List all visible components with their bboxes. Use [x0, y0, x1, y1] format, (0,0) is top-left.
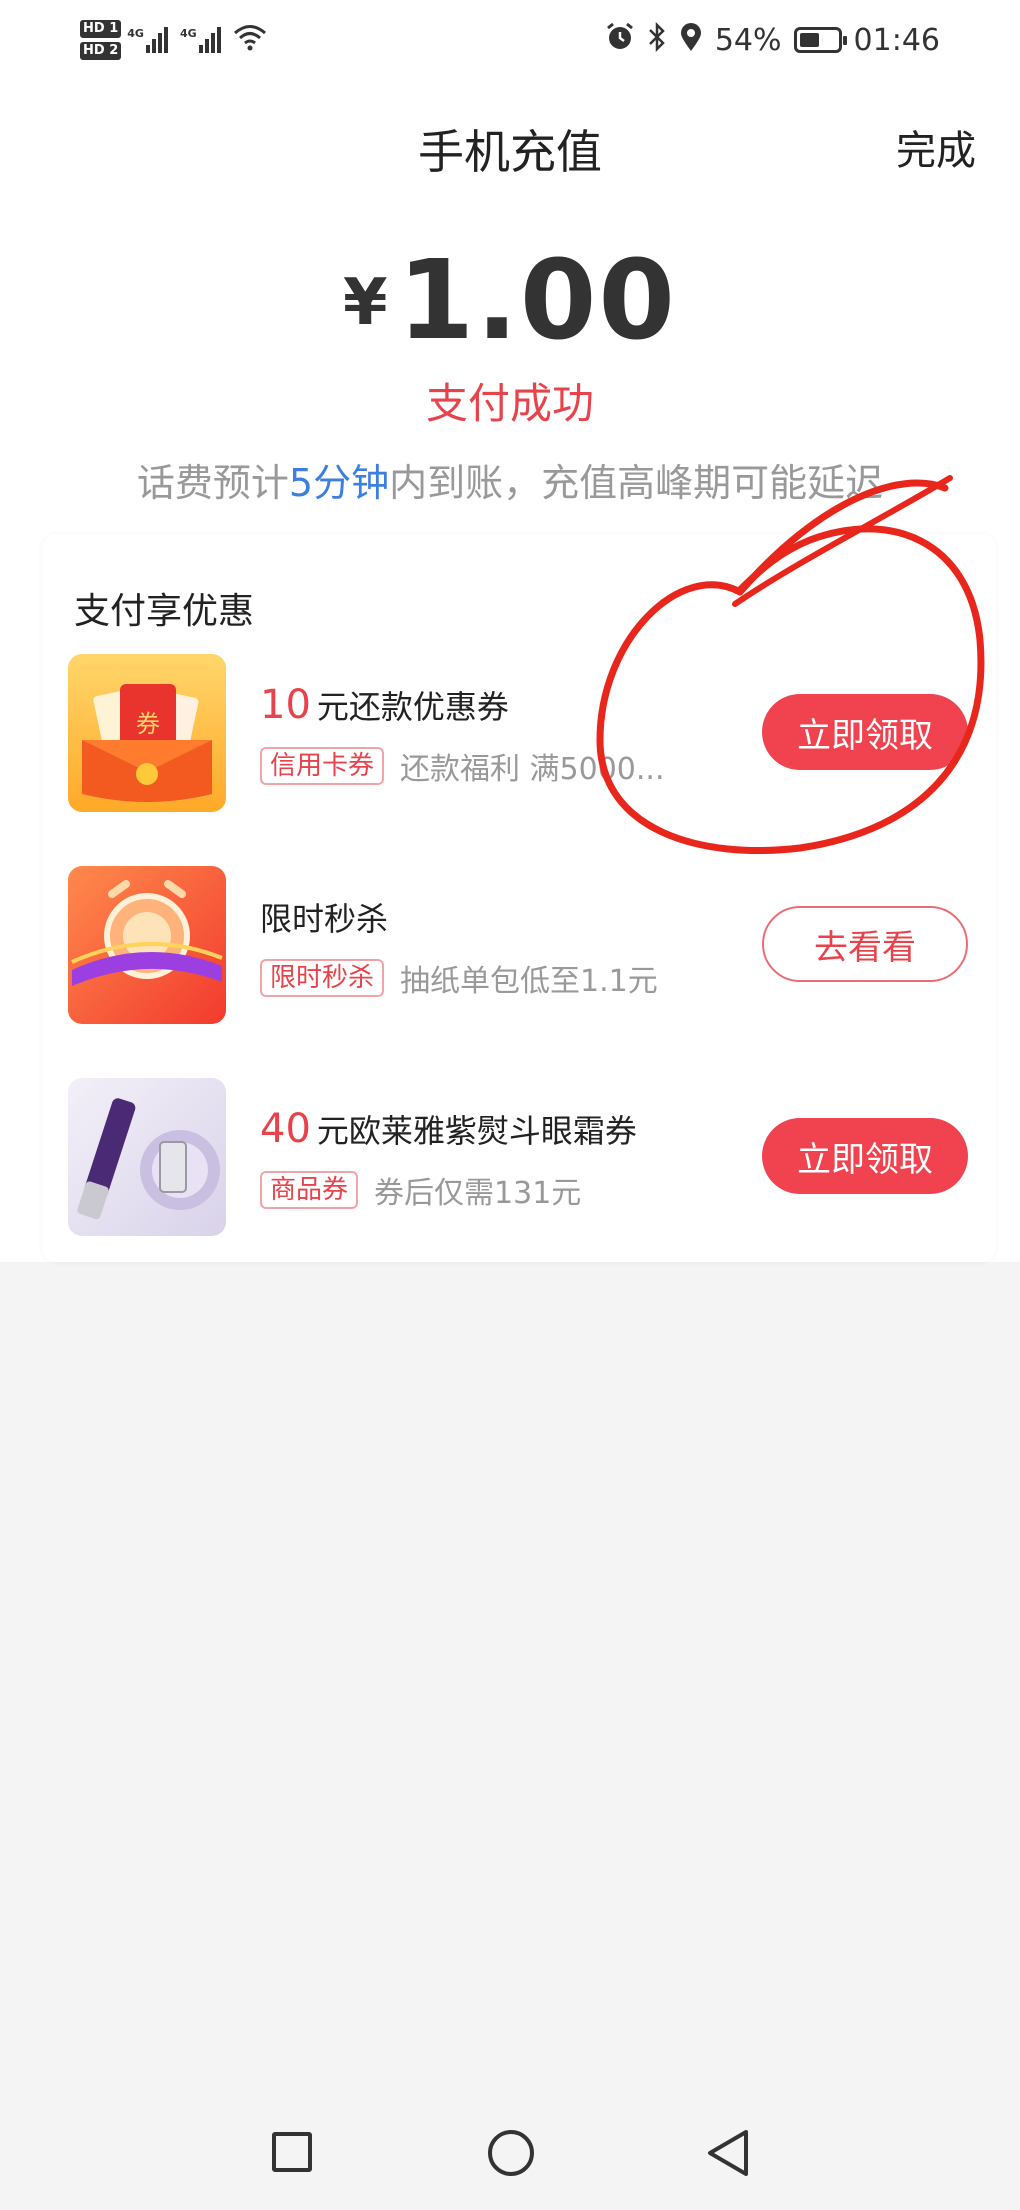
claim-button[interactable]: 立即领取 — [762, 1118, 968, 1194]
signal-icon: 4G — [127, 27, 170, 53]
offer-tag: 商品券 — [260, 1171, 359, 1209]
offer-subline: 信用卡券 还款福利 满5000... — [260, 744, 665, 788]
red-envelope-coupon-icon: 券 — [68, 654, 226, 812]
note-suffix: 内到账，充值高峰期可能延迟 — [389, 461, 884, 505]
system-nav-bar — [0, 2094, 1020, 2210]
offer-title: 限时秒杀 — [260, 894, 388, 940]
offer-tag: 信用卡券 — [260, 747, 385, 785]
claim-button[interactable]: 立即领取 — [762, 694, 968, 770]
note-prefix: 话费预计 — [136, 461, 289, 505]
hd2-badge: HD 2 — [80, 42, 122, 60]
offer-tag: 限时秒杀 — [260, 959, 385, 997]
offer-desc: 抽纸单包低至1.1元 — [400, 964, 658, 999]
offer-value: 40 — [260, 1106, 311, 1152]
recent-apps-icon[interactable] — [272, 2132, 312, 2172]
offers-title: 支付享优惠 — [74, 591, 255, 632]
offer-name: 限时秒杀 — [260, 900, 389, 938]
page-title: 手机充值 — [418, 125, 602, 179]
offer-desc: 券后仅需131元 — [374, 1176, 582, 1211]
battery-fill — [799, 33, 819, 47]
offer-title: 10 元还款优惠券 — [260, 682, 509, 728]
offer-desc: 还款福利 满5000... — [400, 752, 665, 787]
status-bar: HD 1 HD 2 4G 4G 54% 01:46 — [0, 0, 1020, 80]
offer-name: 元还款优惠券 — [316, 688, 509, 726]
network-type-1: 4G — [127, 27, 144, 40]
back-icon[interactable] — [704, 2128, 752, 2178]
alarm-icon — [605, 22, 635, 59]
flash-sale-alarm-icon — [68, 866, 226, 1024]
battery-icon — [793, 27, 847, 53]
network-type-2: 4G — [179, 27, 197, 40]
wifi-icon — [233, 22, 267, 59]
header-bar: 手机充值 完成 — [0, 96, 1020, 192]
status-right: 54% 01:46 — [605, 14, 940, 66]
bluetooth-icon — [647, 21, 667, 59]
eye-cream-product-icon — [68, 1078, 226, 1236]
offer-name: 元欧莱雅紫熨斗眼霜券 — [316, 1112, 637, 1150]
location-icon — [679, 22, 703, 59]
offer-subline: 限时秒杀 抽纸单包低至1.1元 — [260, 956, 658, 1000]
signal-icon-2: 4G — [180, 27, 223, 53]
hd1-badge: HD 1 — [80, 20, 122, 38]
offer-item-repay-coupon: 券 10 元还款优惠券 信用卡券 还款福利 满5000... 立即领取 — [68, 654, 968, 812]
status-left: HD 1 HD 2 4G 4G — [80, 12, 267, 68]
offer-title: 40 元欧莱雅紫熨斗眼霜券 — [260, 1106, 637, 1152]
view-button[interactable]: 去看看 — [762, 906, 968, 982]
battery-percent: 54% — [714, 22, 782, 58]
svg-text:券: 券 — [136, 710, 160, 738]
offer-item-eye-cream: 40 元欧莱雅紫熨斗眼霜券 商品券 券后仅需131元 立即领取 — [68, 1078, 968, 1236]
hd-badges: HD 1 HD 2 — [80, 20, 122, 60]
home-icon[interactable] — [488, 2130, 534, 2176]
payment-amount: ¥1.00 — [0, 236, 1020, 364]
offer-item-flash-sale: 限时秒杀 限时秒杀 抽纸单包低至1.1元 去看看 — [68, 866, 968, 1024]
clock: 01:46 — [853, 22, 940, 58]
offer-subline: 商品券 券后仅需131元 — [260, 1168, 581, 1212]
offer-value: 10 — [260, 682, 311, 728]
arrival-note: 话费预计5分钟内到账，充值高峰期可能延迟 — [0, 452, 1020, 507]
offers-card: 支付享优惠 券 10 元还款优惠券 信用卡券 还款福利 满5000... 立即领取 — [42, 534, 996, 1262]
payment-status: 支付成功 — [425, 379, 594, 428]
note-highlight: 5分钟 — [288, 461, 390, 505]
currency-symbol: ¥ — [343, 266, 388, 340]
done-button[interactable]: 完成 — [896, 118, 976, 176]
amount-value: 1.00 — [397, 236, 677, 364]
